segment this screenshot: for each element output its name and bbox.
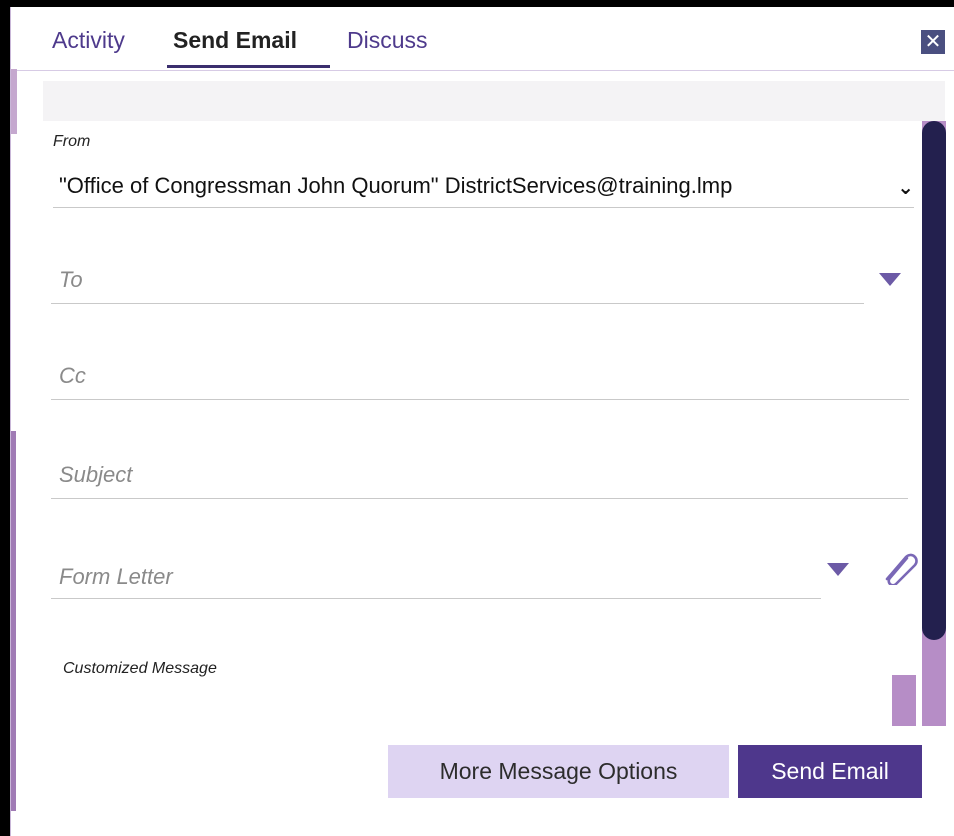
tab-discuss[interactable]: Discuss [347, 27, 428, 54]
scrollbar-thumb[interactable] [922, 121, 946, 640]
resize-handle[interactable] [892, 675, 916, 726]
close-icon[interactable]: ✕ [921, 30, 945, 54]
send-email-panel: Activity Send Email Discuss ✕ From "Offi… [10, 7, 954, 836]
customized-message-label: Customized Message [63, 660, 217, 677]
active-tab-indicator [167, 65, 330, 68]
tab-send-email[interactable]: Send Email [173, 27, 297, 54]
form-letter-placeholder: Form Letter [59, 564, 173, 589]
to-dropdown-icon[interactable] [879, 273, 901, 286]
cc-field[interactable]: Cc [51, 351, 909, 400]
to-placeholder: To [59, 267, 83, 292]
from-value: "Office of Congressman John Quorum" Dist… [59, 173, 733, 198]
tab-activity[interactable]: Activity [52, 27, 125, 54]
subject-placeholder: Subject [59, 462, 133, 487]
chevron-down-icon: ⌄ [897, 177, 914, 199]
form-letter-field[interactable]: Form Letter [51, 550, 821, 599]
to-field[interactable]: To [51, 253, 864, 304]
tab-bar: Activity Send Email Discuss ✕ [11, 7, 954, 71]
toolbar-strip [43, 81, 945, 121]
from-label: From [53, 133, 91, 150]
paperclip-icon[interactable] [879, 549, 919, 585]
from-select[interactable]: "Office of Congressman John Quorum" Dist… [53, 169, 914, 208]
form-letter-dropdown-icon[interactable] [827, 563, 849, 576]
subject-field[interactable]: Subject [51, 450, 908, 499]
cc-placeholder: Cc [59, 363, 86, 388]
panel-edge-accent [11, 69, 17, 134]
send-email-button[interactable]: Send Email [738, 745, 922, 798]
panel-edge-accent [11, 431, 16, 811]
more-message-options-button[interactable]: More Message Options [388, 745, 729, 798]
